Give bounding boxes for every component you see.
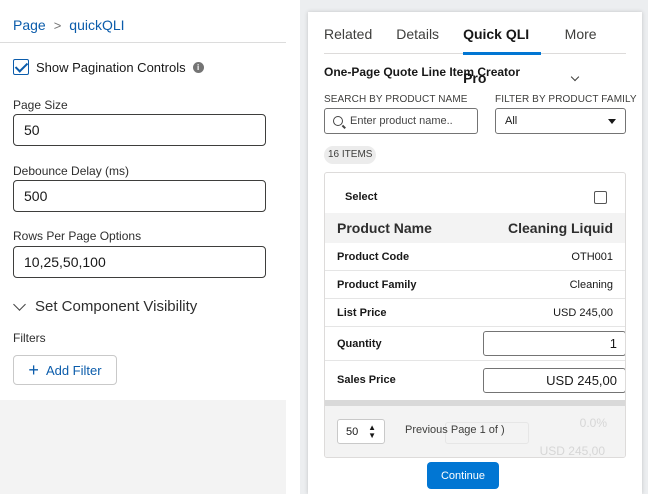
family-filter-select[interactable]: All (495, 108, 626, 134)
ghost-total: USD 245,00 (539, 444, 605, 458)
search-icon (333, 116, 343, 126)
search-label: SEARCH BY PRODUCT NAME (324, 94, 468, 105)
pager-footer: 0.0% USD 245,00 50 ▲ ▼ Previous Page 1 of… (325, 406, 625, 458)
quantity-row: Quantity 1 (325, 327, 625, 361)
tab-quick-qli-pro[interactable]: Quick QLI Pro (463, 12, 541, 86)
up-down-icon: ▲ ▼ (368, 422, 376, 440)
tab-more[interactable]: More (564, 12, 602, 81)
items-count-badge: 16 ITEMS (324, 146, 377, 164)
product-search-input[interactable]: Enter product name.. (324, 108, 478, 134)
breadcrumb-current[interactable]: quickQLI (69, 17, 124, 33)
breadcrumb-root[interactable]: Page (13, 17, 46, 33)
panel-footer-area (0, 400, 286, 494)
select-checkbox[interactable] (594, 190, 607, 204)
product-card: Select Product Name Cleaning Liquid Prod… (324, 172, 626, 458)
chevron-right-icon: > (53, 17, 62, 33)
tab-details[interactable]: Details (396, 12, 439, 54)
page-size-label: Page Size (13, 98, 68, 112)
filters-label: Filters (13, 331, 46, 345)
row-value: Cleaning (569, 278, 613, 291)
row-label: List Price (337, 306, 387, 319)
page-size-select[interactable]: 50 ▲ ▼ (337, 419, 385, 444)
tab-more-label: More (564, 25, 597, 42)
checkbox-checked-icon[interactable] (13, 59, 29, 75)
chevron-down-icon (13, 298, 26, 311)
debounce-label: Debounce Delay (ms) (13, 164, 130, 178)
row-label: Product Family (337, 278, 417, 291)
product-name-row: Product Name Cleaning Liquid (325, 213, 625, 243)
add-filter-button[interactable]: + Add Filter (13, 355, 117, 385)
filter-label: FILTER BY PRODUCT FAMILY (495, 94, 637, 105)
row-value: USD 245,00 (553, 306, 613, 319)
pager-text[interactable]: Previous Page 1 of ) (405, 424, 505, 436)
table-row: Product Family Cleaning (325, 271, 625, 299)
family-filter-value: All (505, 115, 518, 127)
table-row: List Price USD 245,00 (325, 299, 625, 327)
visibility-section-label: Set Component Visibility (35, 298, 198, 315)
select-label: Select (345, 191, 378, 203)
tab-details-label: Details (396, 25, 440, 42)
debounce-input[interactable]: 500 (13, 180, 266, 212)
quantity-label: Quantity (337, 337, 382, 350)
show-pagination-label: Show Pagination Controls (36, 59, 186, 75)
divider (0, 42, 286, 43)
plus-icon: + (28, 360, 39, 380)
sales-price-label: Sales Price (337, 374, 396, 386)
show-pagination-toggle[interactable]: Show Pagination Controls i (13, 59, 204, 75)
tab-related[interactable]: Related (324, 12, 372, 54)
product-name-label: Product Name (337, 220, 432, 236)
search-placeholder: Enter product name.. (350, 115, 453, 127)
breadcrumb: Page > quickQLI (13, 17, 125, 33)
add-filter-label: Add Filter (45, 362, 102, 378)
page-size-value: 50 (346, 425, 359, 438)
sales-price-row: Sales Price USD 245,00 (325, 363, 625, 397)
tab-bar: Related Details Quick QLI Pro More (324, 12, 626, 86)
row-label: Product Code (337, 250, 410, 263)
quantity-input[interactable]: 1 (483, 331, 625, 356)
row-value: OTH001 (571, 250, 613, 263)
table-row: Product Code OTH001 (325, 243, 625, 271)
ghost-discount: 0.0% (579, 416, 607, 430)
component-title: One-Page Quote Line Item Creator (324, 65, 521, 79)
rows-options-input[interactable]: 10,25,50,100 (13, 246, 266, 278)
visibility-section-toggle[interactable]: Set Component Visibility (13, 298, 198, 315)
continue-button[interactable]: Continue (427, 462, 499, 489)
tab-related-label: Related (324, 25, 373, 42)
chevron-down-icon (570, 72, 579, 81)
product-name-value: Cleaning Liquid (508, 220, 613, 236)
record-card: Related Details Quick QLI Pro More One-P… (308, 12, 642, 494)
rows-options-label: Rows Per Page Options (13, 229, 142, 243)
page-size-input[interactable]: 50 (13, 114, 266, 146)
sales-price-input[interactable]: USD 245,00 (483, 367, 625, 393)
info-icon[interactable]: i (192, 61, 204, 73)
select-row: Select (325, 185, 625, 209)
caret-down-icon (608, 118, 616, 124)
